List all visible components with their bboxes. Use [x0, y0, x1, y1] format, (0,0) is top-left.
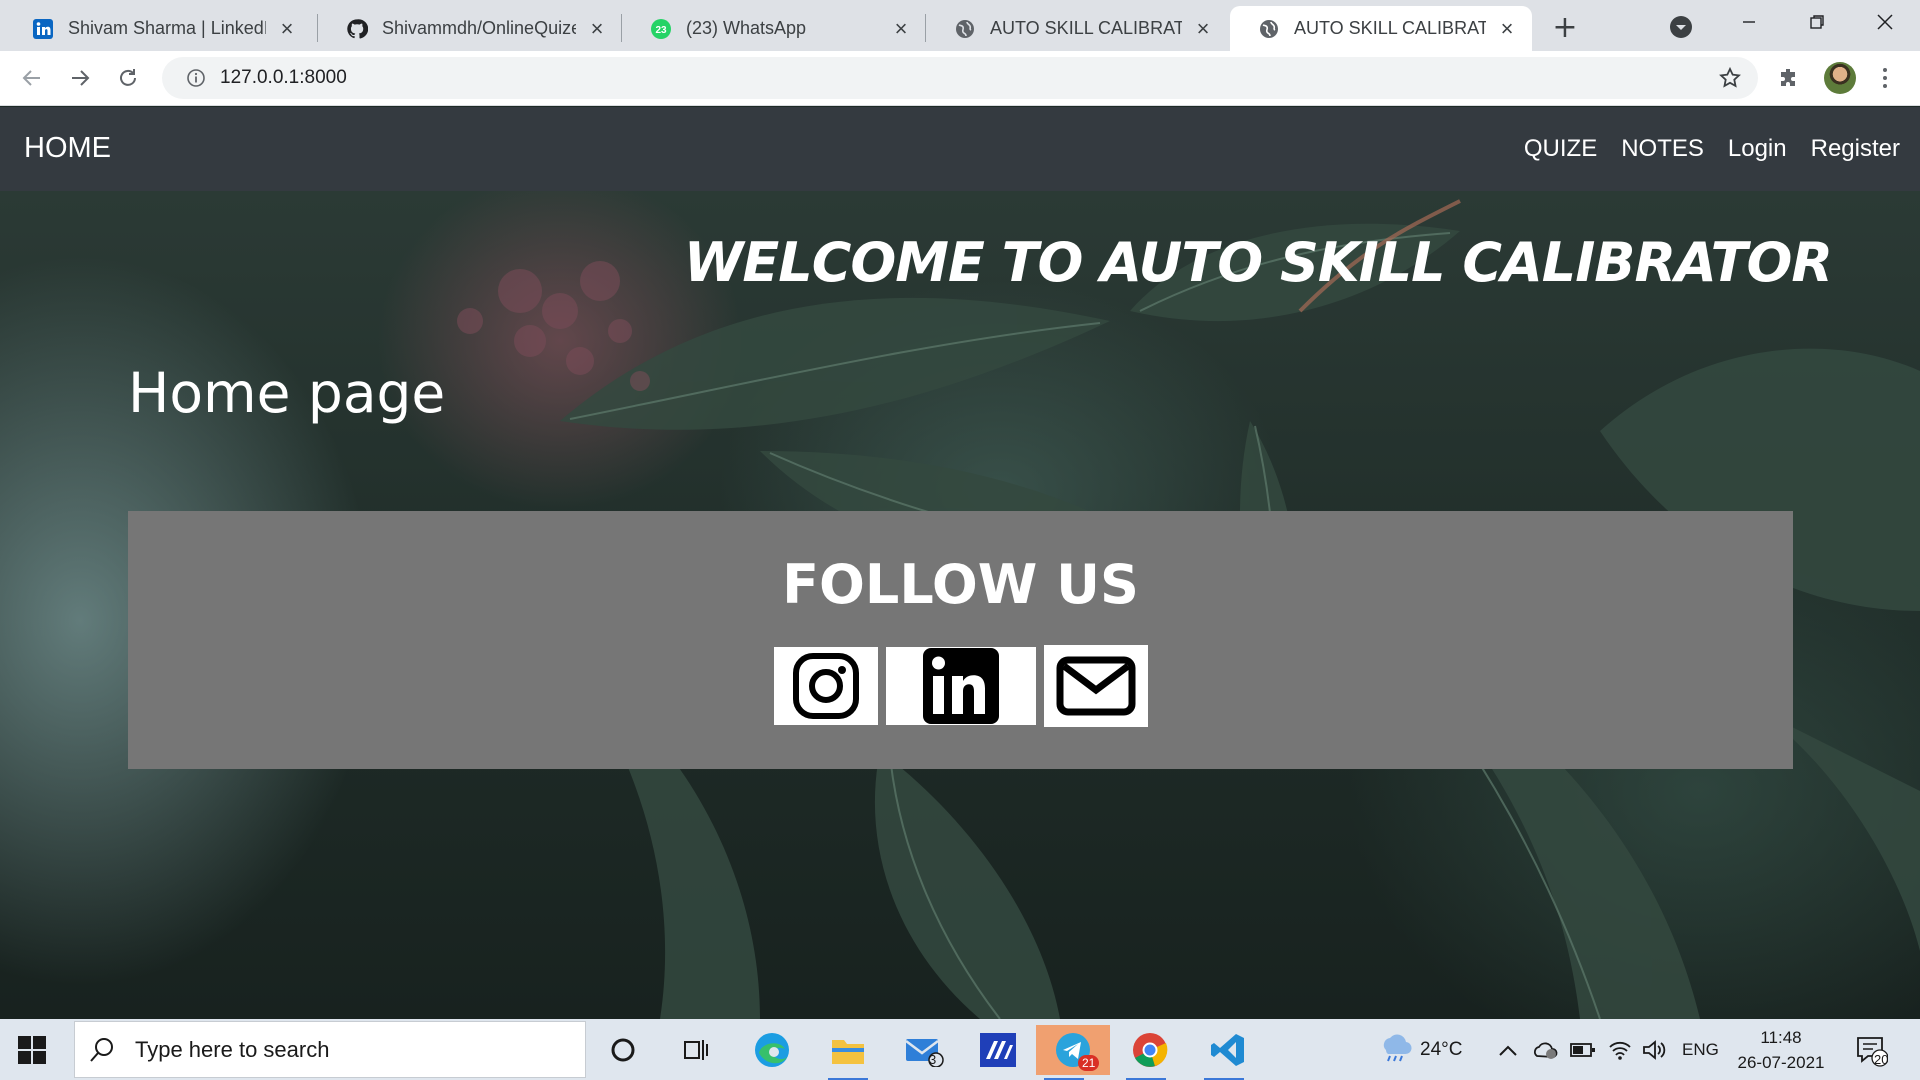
- mail-icon: [1056, 656, 1135, 716]
- profile-avatar[interactable]: [1824, 62, 1856, 94]
- telegram-badge: 21: [1078, 1055, 1100, 1071]
- restore-icon[interactable]: [1784, 0, 1850, 44]
- follow-us-panel: FOLLOW US: [128, 511, 1793, 769]
- windows-taskbar: Type here to search 3 21 24°C ENG 11:48 …: [0, 1019, 1920, 1080]
- file-explorer-icon[interactable]: [820, 1025, 876, 1080]
- nav-link-quize[interactable]: QUIZE: [1524, 135, 1597, 163]
- close-window-icon[interactable]: [1852, 0, 1918, 44]
- weather-icon[interactable]: [1378, 1032, 1412, 1067]
- close-icon[interactable]: ×: [890, 16, 912, 41]
- battery-icon[interactable]: [1570, 1019, 1596, 1080]
- address-url[interactable]: 127.0.0.1:8000: [220, 67, 347, 89]
- email-link[interactable]: [1043, 645, 1148, 727]
- close-icon[interactable]: ×: [1192, 16, 1214, 41]
- close-icon[interactable]: ×: [1496, 16, 1518, 41]
- browser-toolbar: 127.0.0.1:8000: [0, 51, 1920, 106]
- notifications-icon[interactable]: 20: [1854, 1019, 1888, 1080]
- bookmark-star-icon[interactable]: [1718, 66, 1742, 90]
- tab-title: Shivammdh/OnlineQuizeS: [382, 18, 576, 38]
- close-icon[interactable]: ×: [586, 16, 608, 41]
- instagram-link[interactable]: [773, 647, 878, 725]
- volume-icon[interactable]: [1642, 1019, 1668, 1080]
- tab-whatsapp[interactable]: 23 (23) WhatsApp ×: [622, 6, 926, 51]
- new-tab-button[interactable]: +: [1548, 10, 1582, 45]
- tab-linkedin[interactable]: Shivam Sharma | LinkedIn ×: [4, 6, 312, 51]
- language-indicator[interactable]: ENG: [1682, 1019, 1719, 1080]
- system-tray: 24°C: [1378, 1019, 1462, 1080]
- menu-kebab-icon[interactable]: [1870, 63, 1900, 93]
- follow-us-heading: FOLLOW US: [782, 553, 1139, 616]
- edge-icon[interactable]: [744, 1025, 800, 1075]
- windows-start-icon[interactable]: [18, 1036, 46, 1064]
- notifications-count: 20: [1874, 1052, 1889, 1067]
- welcome-heading: WELCOME TO AUTO SKILL CALIBRATOR: [683, 231, 1833, 294]
- linkedin-link[interactable]: [885, 647, 1036, 725]
- address-bar[interactable]: 127.0.0.1:8000: [162, 57, 1758, 99]
- tab-title: (23) WhatsApp: [686, 18, 807, 38]
- social-links: [128, 645, 1793, 727]
- cortana-icon[interactable]: [595, 1025, 651, 1075]
- forward-button[interactable]: [62, 60, 98, 96]
- github-icon: [346, 18, 368, 40]
- tab-github[interactable]: Shivammdh/OnlineQuizeS ×: [318, 6, 622, 51]
- task-view-icon[interactable]: [668, 1025, 724, 1075]
- mail-app-icon[interactable]: 3: [896, 1025, 952, 1075]
- tab-auto-skill-1[interactable]: AUTO SKILL CALIBRATOR ×: [926, 6, 1228, 51]
- tab-title: Shivam Sharma | LinkedIn: [68, 18, 266, 38]
- site-navbar: HOME QUIZE NOTES Login Register: [0, 107, 1920, 191]
- clock-date: 26-07-2021: [1737, 1053, 1825, 1072]
- telegram-icon[interactable]: 21: [1036, 1025, 1110, 1080]
- tray-chevron-icon[interactable]: [1498, 1019, 1518, 1080]
- globe-icon: [1258, 18, 1280, 40]
- close-icon[interactable]: ×: [276, 16, 298, 41]
- wifi-icon[interactable]: [1608, 1019, 1632, 1080]
- reload-button[interactable]: [110, 60, 146, 96]
- page-title: Home page: [128, 361, 446, 425]
- taskbar-search-box[interactable]: Type here to search: [74, 1021, 586, 1078]
- minimize-icon[interactable]: [1716, 0, 1782, 44]
- nav-home-link[interactable]: HOME: [24, 132, 111, 165]
- nav-links: QUIZE NOTES Login Register: [1524, 135, 1900, 163]
- clock[interactable]: 11:48 26-07-2021: [1726, 1025, 1836, 1075]
- whatsapp-icon: 23: [650, 18, 672, 40]
- globe-icon: [954, 18, 976, 40]
- clock-time: 11:48: [1760, 1028, 1802, 1047]
- tab-title: AUTO SKILL CALIBRATOR: [1294, 18, 1486, 38]
- hero-background: WELCOME TO AUTO SKILL CALIBRATOR Home pa…: [0, 191, 1920, 1019]
- weather-temp[interactable]: 24°C: [1420, 1039, 1462, 1061]
- nav-link-notes[interactable]: NOTES: [1621, 135, 1704, 163]
- onedrive-icon[interactable]: [1532, 1019, 1558, 1080]
- mail-badge: 3: [929, 1052, 937, 1067]
- instagram-icon: [792, 653, 859, 719]
- language-label: ENG: [1682, 1039, 1719, 1059]
- browser-tab-strip: Shivam Sharma | LinkedIn × Shivammdh/Onl…: [0, 0, 1920, 51]
- search-icon: [89, 1037, 119, 1063]
- linkedin-icon: [32, 18, 54, 40]
- search-placeholder: Type here to search: [135, 1036, 330, 1062]
- info-icon[interactable]: [176, 68, 216, 88]
- vscode-icon[interactable]: [1196, 1025, 1260, 1080]
- linkedin-icon: [922, 648, 999, 724]
- back-button[interactable]: [14, 60, 50, 96]
- chrome-icon[interactable]: [1118, 1025, 1182, 1080]
- svg-text:23: 23: [655, 25, 667, 36]
- tab-title: AUTO SKILL CALIBRATOR: [990, 18, 1182, 38]
- tab-auto-skill-2[interactable]: AUTO SKILL CALIBRATOR ×: [1230, 6, 1532, 51]
- extensions-puzzle-icon[interactable]: [1774, 63, 1804, 93]
- app-icon[interactable]: [970, 1025, 1026, 1075]
- tab-search-icon[interactable]: [1666, 12, 1696, 42]
- nav-link-register[interactable]: Register: [1811, 135, 1900, 163]
- nav-link-login[interactable]: Login: [1728, 135, 1787, 163]
